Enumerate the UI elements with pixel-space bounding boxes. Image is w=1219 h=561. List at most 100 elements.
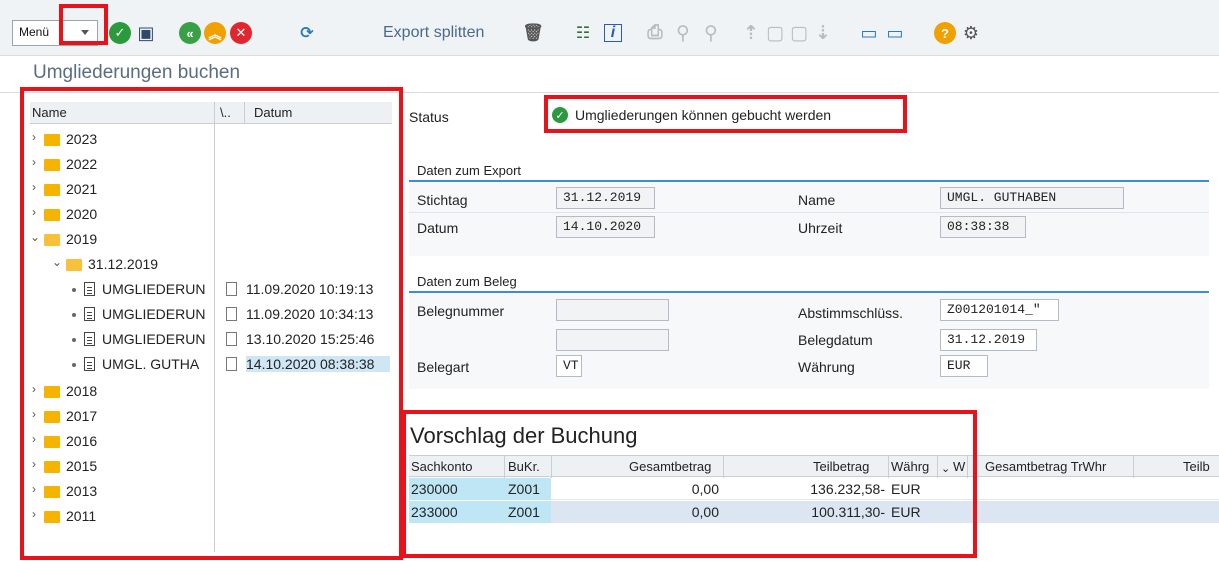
waehrung-label: Währung (798, 359, 855, 375)
col-header[interactable]: Sachkonto (411, 459, 472, 474)
tree-item-label: 2011 (66, 508, 97, 524)
cell-bukr: Z001 (508, 504, 540, 520)
table-row-selected[interactable]: 233000 Z001 0,00 100.311,30- EUR (409, 501, 1219, 523)
check-icon[interactable]: ✓ (109, 22, 131, 44)
folder-icon (44, 511, 60, 523)
chevron-down-icon[interactable]: ⌄ (30, 230, 40, 244)
info-icon[interactable]: i (604, 24, 622, 42)
doc-name: UMGLIEDERUN (102, 331, 206, 347)
proposal-title: Vorschlag der Buchung (410, 423, 638, 448)
column-divider[interactable] (888, 456, 889, 478)
tree-item-year[interactable]: › 2022 (30, 151, 392, 176)
tree-item-year[interactable]: › 2020 (30, 201, 392, 226)
tree-item-doc-selected[interactable]: UMGL. GUTHA 14.10.2020 08:38:38 (30, 351, 392, 376)
tree-item-year[interactable]: › 2013 (30, 478, 392, 503)
tree-item-label: 2023 (66, 131, 98, 147)
col-name-header[interactable]: Name (32, 105, 67, 120)
belegart-field[interactable]: VT (556, 355, 582, 377)
col-header[interactable]: Teilbetrag (813, 459, 869, 474)
column-divider[interactable] (551, 456, 552, 478)
chevron-right-icon[interactable]: › (32, 382, 36, 396)
tree-header: Name \.. Datum (30, 102, 392, 124)
folder-tree: Name \.. Datum › 2023 › 2022 › 2021 › 20… (30, 102, 392, 552)
column-divider[interactable] (937, 456, 938, 478)
bullet-icon (72, 338, 76, 342)
chevron-right-icon[interactable]: › (32, 407, 36, 421)
find-next-icon: ⚲ (704, 22, 718, 44)
chevron-right-icon[interactable]: › (32, 155, 36, 169)
belegdatum-field[interactable]: 31.12.2019 (940, 329, 1037, 351)
chevron-right-icon[interactable]: › (32, 432, 36, 446)
abstimm-field[interactable]: Z001201014_" (940, 299, 1059, 321)
name-field[interactable]: UMGL. GUTHABEN (940, 187, 1124, 209)
column-divider[interactable] (504, 456, 505, 478)
user-detail-icon[interactable]: ☷ (572, 22, 594, 44)
belegnummer2-field[interactable] (556, 329, 669, 351)
document-icon (84, 357, 95, 371)
column-divider[interactable] (1133, 456, 1134, 478)
tree-item-year-expanded[interactable]: ⌄ 2019 (30, 226, 392, 251)
tree-item-year[interactable]: › 2011 (30, 503, 392, 528)
chevron-right-icon[interactable]: › (32, 507, 36, 521)
tree-item-doc[interactable]: UMGLIEDERUN 11.09.2020 10:19:13 (30, 276, 392, 301)
chevron-right-icon[interactable]: › (32, 205, 36, 219)
col-header[interactable]: Gesamtbetrag TrWhr (985, 459, 1106, 474)
datum-field[interactable]: 14.10.2020 (556, 216, 655, 238)
column-divider[interactable] (723, 456, 724, 478)
menu-button[interactable]: Menü (12, 20, 98, 46)
tree-item-year[interactable]: › 2017 (30, 403, 392, 428)
tree-item-label: 31.12.2019 (88, 256, 159, 272)
tree-item-year[interactable]: › 2018 (30, 378, 392, 403)
col-header[interactable]: Währg (891, 459, 929, 474)
column-divider[interactable] (244, 102, 245, 124)
trash-icon[interactable]: 🗑 (522, 22, 544, 44)
tree-item-year[interactable]: › 2023 (30, 126, 392, 151)
toolbar: Menü ✓ ▣ « ︽ ✕ ⟳ Export splitten 🗑 ☷ i ⎙… (0, 0, 1219, 56)
refresh-icon[interactable]: ⟳ (296, 22, 318, 44)
chevron-right-icon[interactable]: › (32, 482, 36, 496)
tree-item-doc[interactable]: UMGLIEDERUN 11.09.2020 10:34:13 (30, 301, 392, 326)
column-divider[interactable] (967, 456, 968, 478)
folder-icon (44, 159, 60, 171)
stichtag-field[interactable]: 31.12.2019 (556, 187, 655, 209)
bullet-icon (72, 288, 76, 292)
col-short-header[interactable]: \.. (220, 105, 231, 120)
folder-icon (44, 486, 60, 498)
save-icon[interactable]: ▣ (135, 22, 157, 44)
group-title: Daten zum Export (409, 160, 1209, 182)
back-icon[interactable]: « (179, 22, 201, 44)
help-icon[interactable]: ? (934, 22, 956, 44)
page-icon (226, 357, 237, 371)
uhrzeit-field[interactable]: 08:38:38 (940, 216, 1026, 238)
col-header[interactable]: Teilb (1183, 459, 1219, 474)
datum-label: Datum (417, 220, 459, 236)
col-header[interactable]: BuKr. (508, 459, 540, 474)
bookmark-icon[interactable]: ▭ (858, 22, 880, 44)
gear-icon[interactable]: ⚙ (960, 22, 982, 44)
col-header[interactable]: Gesamtbetrag (629, 459, 711, 474)
cell-teil: 136.232,58- (810, 481, 885, 497)
chevron-right-icon[interactable]: › (32, 457, 36, 471)
layout-icon[interactable]: ▭ (884, 22, 906, 44)
chevron-right-icon[interactable]: › (32, 130, 36, 144)
tree-item-year[interactable]: › 2016 (30, 428, 392, 453)
export-split-button[interactable]: Export splitten (383, 24, 484, 42)
up-icon[interactable]: ︽ (204, 22, 226, 44)
cancel-icon[interactable]: ✕ (230, 22, 252, 44)
stichtag-label: Stichtag (417, 192, 468, 208)
col-date-header[interactable]: Datum (254, 105, 292, 120)
tree-item-doc[interactable]: UMGLIEDERUN 13.10.2020 15:25:46 (30, 326, 392, 351)
chevron-down-icon[interactable]: ⌄ (52, 255, 62, 269)
chevron-down-icon[interactable]: ⌄ (941, 462, 950, 475)
col-header[interactable]: W (953, 459, 965, 474)
tree-item-year[interactable]: › 2021 (30, 176, 392, 201)
document-data-group: Daten zum Beleg Belegnummer Belegart VT … (409, 271, 1209, 389)
page-title: Umgliederungen buchen (33, 62, 241, 83)
table-row[interactable]: 230000 Z001 0,00 136.232,58- EUR (409, 478, 1219, 500)
waehrung-field[interactable]: EUR (940, 355, 988, 377)
tree-item-year[interactable]: › 2015 (30, 453, 392, 478)
belegnummer-field[interactable] (556, 299, 669, 321)
tree-item-subfolder[interactable]: ⌄ 31.12.2019 (30, 251, 392, 276)
chevron-right-icon[interactable]: › (32, 180, 36, 194)
folder-open-icon (66, 259, 82, 271)
